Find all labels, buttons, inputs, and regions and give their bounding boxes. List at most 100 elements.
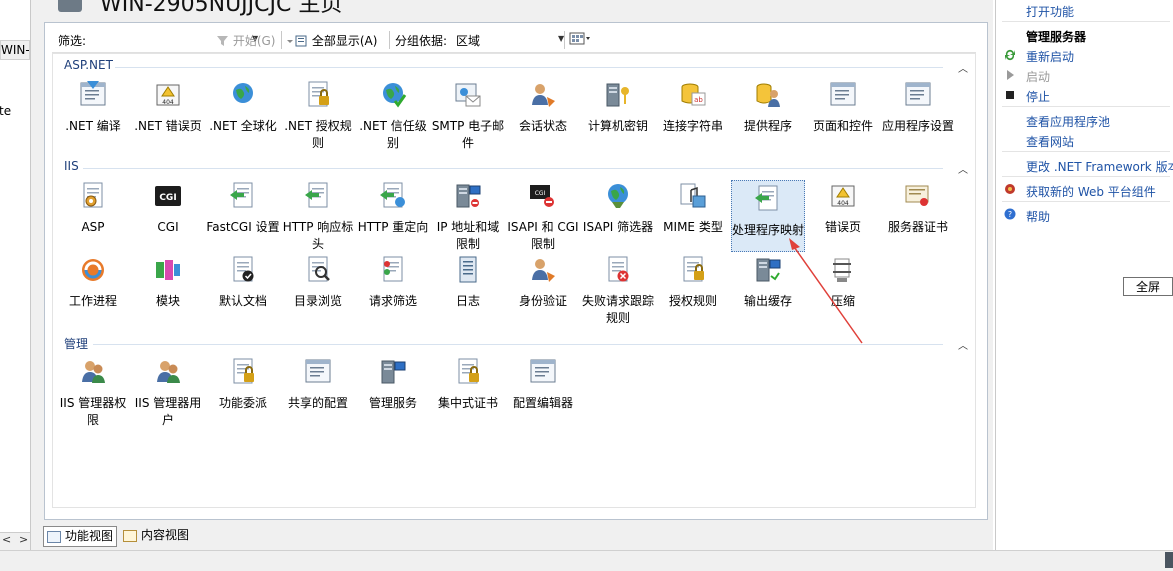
feature-tile[interactable]: 失败请求跟踪规则 bbox=[581, 254, 655, 327]
globe-icon bbox=[227, 79, 259, 111]
action-view-app-pools[interactable]: 查看应用程序池 bbox=[1026, 113, 1110, 130]
group-header[interactable]: 管理 bbox=[64, 335, 88, 352]
feature-tile[interactable]: .NET 授权规则 bbox=[281, 79, 355, 152]
feature-tile[interactable]: SMTP 电子邮件 bbox=[431, 79, 505, 152]
fullscreen-button[interactable]: 全屏 bbox=[1123, 277, 1173, 296]
feature-label: .NET 全球化 bbox=[209, 119, 277, 133]
feature-tile[interactable]: 404 .NET 错误页 bbox=[131, 79, 205, 135]
action-start[interactable]: 启动 bbox=[1026, 68, 1050, 85]
pages-controls-icon bbox=[827, 79, 859, 111]
feature-tile[interactable]: 输出缓存 bbox=[731, 254, 805, 310]
feature-tile[interactable]: HTTP 重定向 bbox=[356, 180, 430, 236]
feature-tile[interactable]: IIS 管理器用户 bbox=[131, 356, 205, 429]
feature-tile[interactable]: .NET 信任级别 bbox=[356, 79, 430, 152]
taskbar-corner bbox=[1165, 552, 1173, 568]
svg-text:CGI: CGI bbox=[535, 190, 546, 197]
feature-tile[interactable]: 请求筛选 bbox=[356, 254, 430, 310]
feature-tile[interactable]: 身份验证 bbox=[506, 254, 580, 310]
http-headers-icon bbox=[302, 180, 334, 212]
view-mode-button[interactable] bbox=[569, 32, 591, 48]
feature-tile[interactable]: 应用程序设置 bbox=[881, 79, 955, 135]
feature-label: 输出缓存 bbox=[743, 294, 792, 308]
collapse-chevron-icon[interactable]: ︿ bbox=[958, 60, 968, 75]
feature-tile[interactable]: .NET 编译 bbox=[56, 79, 130, 135]
show-all-button[interactable]: 全部显示(A) bbox=[286, 32, 377, 49]
ip-restrict-icon bbox=[452, 180, 484, 212]
feature-tile[interactable]: 页面和控件 bbox=[806, 79, 880, 135]
authz-rules-icon bbox=[677, 254, 709, 286]
feature-label: 集中式证书 bbox=[437, 396, 498, 410]
provider-icon bbox=[752, 79, 784, 111]
group-divider bbox=[93, 344, 943, 345]
show-all-icon bbox=[287, 35, 307, 47]
feature-label: 默认文档 bbox=[218, 294, 267, 308]
page-title: WIN-2905NUJJCJC 主页 bbox=[100, 0, 343, 17]
feature-tile[interactable]: 计算机密钥 bbox=[581, 79, 655, 135]
feature-tile[interactable]: ab 连接字符串 bbox=[656, 79, 730, 135]
tab-features-view[interactable]: 功能视图 bbox=[43, 526, 118, 547]
feature-tile[interactable]: 模块 bbox=[131, 254, 205, 310]
action-change-net-framework[interactable]: 更改 .NET Framework 版本 bbox=[1026, 158, 1173, 175]
feature-tile[interactable]: 处理程序映射 bbox=[731, 180, 805, 252]
action-open-feature[interactable]: 打开功能 bbox=[1026, 3, 1074, 20]
feature-label: FastCGI 设置 bbox=[206, 220, 280, 234]
feature-tile[interactable]: ASP bbox=[56, 180, 130, 236]
filter-label: 筛选: bbox=[58, 34, 87, 48]
isapi-filter-icon bbox=[602, 180, 634, 212]
tab-content-view[interactable]: 内容视图 bbox=[120, 526, 192, 545]
feature-tile[interactable]: CGI CGI bbox=[131, 180, 205, 236]
tree-node-server[interactable]: WIN-2 bbox=[0, 40, 30, 60]
action-stop[interactable]: 停止 bbox=[1026, 88, 1050, 105]
feature-label: .NET 信任级别 bbox=[359, 119, 427, 150]
filter-toolbar: 筛选: ▼ 开始(G) 全部显示(A) 分组依据: 区域 ▼ bbox=[52, 27, 976, 53]
feature-tile[interactable]: HTTP 响应标头 bbox=[281, 180, 355, 253]
action-get-web-platform[interactable]: 获取新的 Web 平台组件 bbox=[1026, 183, 1156, 200]
feature-tile[interactable]: IIS 管理器权限 bbox=[56, 356, 130, 429]
feature-tile[interactable]: 默认文档 bbox=[206, 254, 280, 310]
feature-tile[interactable]: 共享的配置 bbox=[281, 356, 355, 412]
content-view-label: 内容视图 bbox=[141, 528, 190, 542]
feature-tile[interactable]: 功能委派 bbox=[206, 356, 280, 412]
feature-tile[interactable]: 工作进程 bbox=[56, 254, 130, 310]
view-tabs: 功能视图 内容视图 bbox=[31, 520, 993, 550]
svg-text:?: ? bbox=[1008, 210, 1012, 219]
machine-key-icon bbox=[602, 79, 634, 111]
svg-text:ab: ab bbox=[694, 96, 703, 104]
start-filter-button[interactable]: 开始(G) bbox=[216, 32, 276, 49]
feature-tile[interactable]: 授权规则 bbox=[656, 254, 730, 310]
feature-tile[interactable]: .NET 全球化 bbox=[206, 79, 280, 135]
feature-tile[interactable]: 日志 bbox=[431, 254, 505, 310]
tree-fragment: te bbox=[0, 104, 12, 118]
feature-tile[interactable]: 会话状态 bbox=[506, 79, 580, 135]
feature-tile[interactable]: MIME 类型 bbox=[656, 180, 730, 236]
feature-tile[interactable]: 集中式证书 bbox=[431, 356, 505, 412]
feature-tile[interactable]: 压缩 bbox=[806, 254, 880, 310]
feature-tile[interactable]: FastCGI 设置 bbox=[206, 180, 280, 236]
scroll-left-icon[interactable]: < bbox=[2, 533, 11, 546]
action-restart[interactable]: 重新启动 bbox=[1026, 48, 1074, 65]
mgmt-service-icon bbox=[377, 356, 409, 388]
error-page-icon: 404 bbox=[827, 180, 859, 212]
dir-browse-icon bbox=[302, 254, 334, 286]
group-header[interactable]: ASP.NET bbox=[64, 58, 113, 72]
collapse-chevron-icon[interactable]: ︿ bbox=[958, 161, 968, 176]
feature-tile[interactable]: 404 错误页 bbox=[806, 180, 880, 236]
feature-tile[interactable]: 管理服务 bbox=[356, 356, 430, 412]
feature-tile[interactable]: 提供程序 bbox=[731, 79, 805, 135]
feature-label: 功能委派 bbox=[218, 396, 267, 410]
horizontal-scrollbar[interactable]: < > bbox=[0, 532, 30, 550]
collapse-chevron-icon[interactable]: ︿ bbox=[958, 337, 968, 352]
manage-server-header: 管理服务器 bbox=[1026, 30, 1087, 44]
feature-tile[interactable]: 服务器证书 bbox=[881, 180, 955, 236]
group-by-select[interactable]: 区域 bbox=[456, 32, 480, 49]
feature-tile[interactable]: CGI ISAPI 和 CGI 限制 bbox=[506, 180, 580, 253]
action-view-sites[interactable]: 查看网站 bbox=[1026, 133, 1074, 150]
group-by-label: 分组依据: bbox=[395, 34, 448, 48]
feature-tile[interactable]: IP 地址和域限制 bbox=[431, 180, 505, 253]
action-help[interactable]: 帮助 bbox=[1026, 208, 1050, 225]
feature-tile[interactable]: ISAPI 筛选器 bbox=[581, 180, 655, 236]
scroll-right-icon[interactable]: > bbox=[19, 533, 28, 546]
group-header[interactable]: IIS bbox=[64, 159, 79, 173]
feature-tile[interactable]: 配置编辑器 bbox=[506, 356, 580, 412]
feature-tile[interactable]: 目录浏览 bbox=[281, 254, 355, 310]
